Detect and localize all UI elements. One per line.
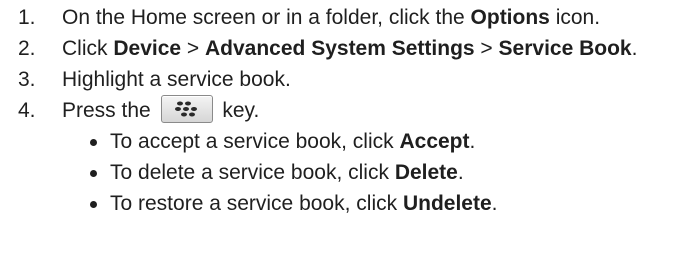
bullet-text-part: To restore a service book, click [110,192,403,215]
step-text: On the Home screen or in a folder, click… [62,3,600,33]
step-text-part: Press the [62,99,157,122]
advanced-system-settings-label: Advanced System Settings [205,37,475,60]
accept-label: Accept [399,130,470,153]
delete-label: Delete [394,161,458,184]
step-text-part: . [631,37,638,60]
bullet-text: To delete a service book, click Delete. [110,158,464,188]
undelete-label: Undelete [402,192,492,215]
bullet-text-part: . [457,161,464,184]
path-separator: > [181,37,205,60]
bullet-text: To restore a service book, click Undelet… [110,189,497,219]
bullet-text: To accept a service book, click Accept. [110,127,475,157]
step-text: Highlight a service book. [62,68,291,91]
options-label: Options [470,6,550,29]
step-text: Press the key. [62,95,260,126]
step-number: 2. [18,37,36,60]
step-text-part: icon. [549,6,601,29]
blackberry-menu-key-icon [160,95,213,124]
step-text: Click Device > Advanced System Settings … [62,34,637,64]
step-number: 4. [18,99,36,122]
step-number: 1. [18,6,36,29]
bullet-text-part: To accept a service book, click [110,130,400,153]
path-separator: > [474,37,499,60]
bullet-dot [90,139,97,146]
step-number: 3. [18,68,36,91]
step-text-part: key. [216,99,260,122]
step-text-part: Click [62,37,114,60]
step-text-part: On the Home screen or in a folder, click… [62,6,471,29]
device-label: Device [113,37,182,60]
bullet-text-part: . [469,130,476,153]
bullet-text-part: To delete a service book, click [110,161,395,184]
bullet-dot [90,201,97,208]
bullet-dot [90,170,97,177]
bullet-text-part: . [491,192,498,215]
service-book-label: Service Book [498,37,632,60]
